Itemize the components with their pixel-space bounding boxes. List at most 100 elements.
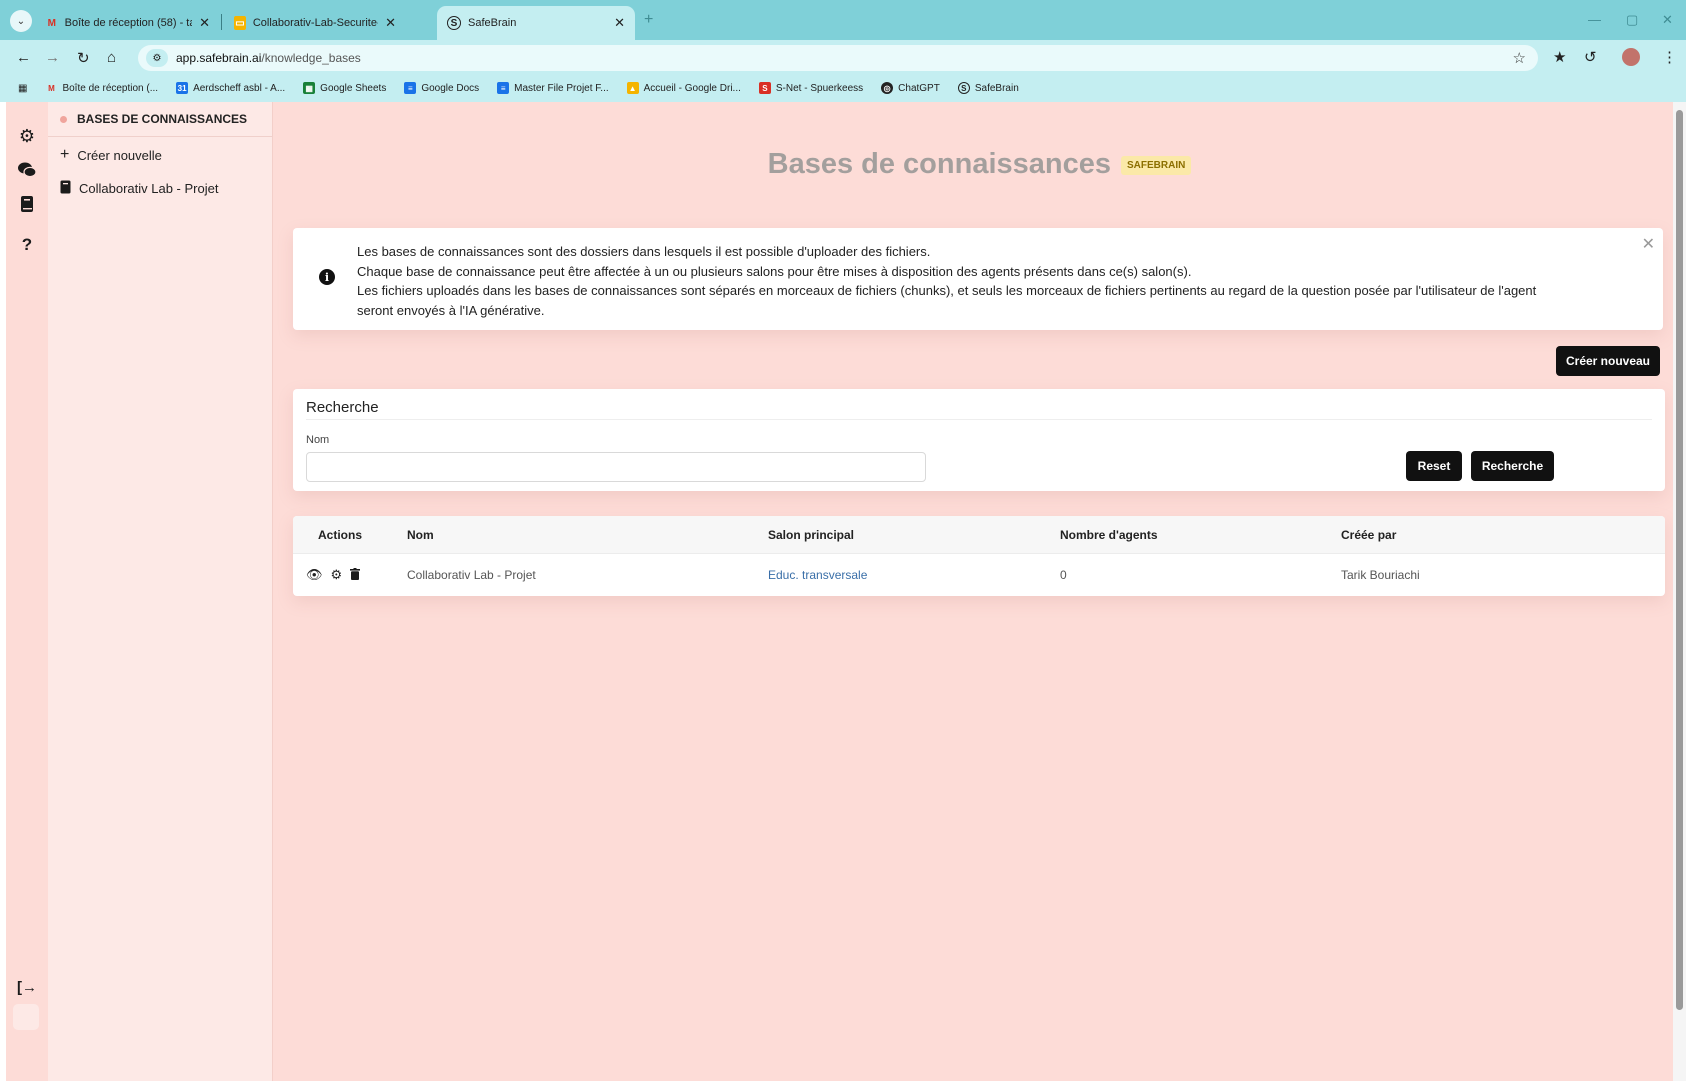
browser-tab-safebrain[interactable]: S SafeBrain ✕ [437,6,635,40]
snet-icon: S [758,82,771,94]
book-icon [60,180,71,197]
bookmark-item[interactable]: S S-Net - Spuerkeess [758,82,863,94]
brand-badge: SAFEBRAIN [1121,156,1192,175]
create-new-button[interactable]: Créer nouveau [1556,346,1660,376]
tab-title: SafeBrain [468,17,517,29]
info-icon: i [319,269,335,285]
calendar-icon: 31 [176,82,189,94]
window-close-icon[interactable]: ✕ [1662,12,1673,28]
bookmark-item[interactable]: 31 Aerdscheff asbl - A... [176,82,285,94]
tab-title: Boîte de réception (58) - tarik@ [64,17,192,29]
menu-kebab-icon[interactable]: ⋮ [1662,48,1677,66]
row-name: Collaborativ Lab - Projet [407,568,536,582]
name-search-input[interactable] [306,452,926,482]
book-icon[interactable] [6,195,48,213]
column-header-agents[interactable]: Nombre d'agents [1060,516,1158,553]
main-content: Bases de connaissances SAFEBRAIN i Les b… [273,102,1686,1081]
scrollbar-thumb[interactable] [1676,110,1683,1010]
table-row: 👁 ⚙ Collaborativ Lab - Projet Educ. tran… [293,554,1665,596]
site-info-icon[interactable]: ⚙ [146,49,168,67]
page-title: Bases de connaissances [767,148,1111,180]
name-field-label: Nom [306,434,330,446]
sheets-icon: ▦ [303,82,316,94]
reset-button[interactable]: Reset [1406,451,1462,481]
chat-bubbles-icon[interactable] [6,161,48,179]
bookmark-star-icon[interactable]: ☆ [1513,49,1526,67]
bookmark-item[interactable]: ▲ Accueil - Google Dri... [626,82,741,94]
column-header-actions: Actions [318,527,363,542]
url-field[interactable]: ⚙ app.safebrain.ai /knowledge_bases ☆ [138,45,1538,71]
close-tab-icon[interactable]: ✕ [614,15,625,31]
extension-icon[interactable]: ★ [1553,48,1566,66]
docs-icon: ≡ [404,82,417,94]
minimize-icon[interactable]: — [1588,12,1601,27]
delete-trash-icon[interactable] [350,567,361,583]
row-salon-link[interactable]: Educ. transversale [768,554,867,596]
bookmark-item[interactable]: ▦ Google Sheets [303,82,386,94]
settings-gear-icon[interactable]: ⚙ [6,126,48,147]
browser-tab-bar: ⌄ M Boîte de réception (58) - tarik@ ✕ ▭… [0,0,1686,40]
slides-icon: ▭ [234,16,246,30]
page-scrollbar[interactable] [1673,102,1686,1081]
profile-avatar[interactable] [1622,48,1640,66]
close-banner-icon[interactable]: ✕ [1642,234,1655,254]
sidebar-header: BASES DE CONNAISSANCES [60,112,247,126]
row-actions: 👁 ⚙ [306,554,368,596]
table-header: Actions Nom Salon principal Nombre d'age… [293,516,1665,554]
help-question-icon[interactable]: ? [6,235,48,255]
search-divider [306,419,1652,420]
column-header-created-by[interactable]: Créée par [1341,516,1396,553]
safebrain-icon: S [957,82,970,94]
sidebar-title: BASES DE CONNAISSANCES [77,112,248,126]
tab-separator [221,14,222,30]
bookmark-item[interactable]: ≡ Google Docs [404,82,479,94]
browser-tab-slides[interactable]: ▭ Collaborativ-Lab-Securite-ecol ✕ [224,6,406,40]
row-agent-count: 0 [1060,568,1067,582]
row-created-by: Tarik Bouriachi [1341,568,1420,582]
app-root: ⚙ ? [→ BASES DE CONNAISSANCES + Créer no… [6,102,1686,1081]
user-avatar[interactable] [13,1004,39,1030]
tab-search-icon[interactable]: ⌄ [10,10,32,32]
knowledge-base-sidebar: BASES DE CONNAISSANCES + Créer nouvelle … [48,102,273,1081]
bookmarks-bar: ▦ M Boîte de réception (... 31 Aerdschef… [0,74,1686,102]
sidebar-create-label: Créer nouvelle [77,147,162,163]
column-header-salon[interactable]: Salon principal [768,516,854,553]
info-text: Les bases de connaissances sont des doss… [357,244,1537,318]
tab-title: Collaborativ-Lab-Securite-ecol [252,17,378,29]
browser-tab-gmail[interactable]: M Boîte de réception (58) - tarik@ ✕ [36,6,220,40]
bookmark-item[interactable]: S SafeBrain [957,82,1019,94]
apps-grid-icon[interactable]: ▦ [18,83,27,94]
restore-icon[interactable]: ▢ [1626,12,1638,28]
icon-rail: ⚙ ? [→ [6,102,48,1081]
knowledge-bases-table: Actions Nom Salon principal Nombre d'age… [293,516,1665,596]
view-eye-icon[interactable]: 👁 [306,567,323,583]
sidebar-divider [48,136,273,137]
sidebar-item-knowledge-base[interactable]: Collaborativ Lab - Projet [60,180,218,197]
status-dot-icon [60,115,67,123]
back-icon[interactable]: ← [16,49,31,66]
bookmark-item[interactable]: ≡ Master File Projet F... [497,82,609,94]
logout-icon[interactable]: [→ [6,979,48,996]
bookmark-item[interactable]: M Boîte de réception (... [45,82,158,94]
history-icon[interactable]: ↺ [1584,48,1597,66]
forward-icon[interactable]: → [45,49,60,66]
search-panel: Recherche Nom Reset Recherche [293,389,1665,491]
reload-icon[interactable]: ↻ [77,49,90,67]
info-banner: i Les bases de connaissances sont des do… [293,228,1663,330]
close-tab-icon[interactable]: ✕ [385,15,396,31]
new-tab-icon[interactable]: + [644,11,653,29]
bookmark-item[interactable]: ◎ ChatGPT [881,82,940,94]
chatgpt-icon: ◎ [881,82,894,94]
sidebar-item-label: Collaborativ Lab - Projet [79,181,219,196]
drive-icon: ▲ [626,82,639,94]
safebrain-icon: S [447,16,461,30]
close-tab-icon[interactable]: ✕ [199,15,210,31]
settings-gear-icon[interactable]: ⚙ [331,567,343,583]
search-title: Recherche [306,399,379,416]
column-header-name[interactable]: Nom [407,516,434,553]
home-icon[interactable]: ⌂ [107,49,116,66]
docs-icon: ≡ [497,82,510,94]
sidebar-create-new[interactable]: + Créer nouvelle [60,146,162,164]
search-button[interactable]: Recherche [1471,451,1554,481]
url-path: /knowledge_bases [261,51,361,65]
